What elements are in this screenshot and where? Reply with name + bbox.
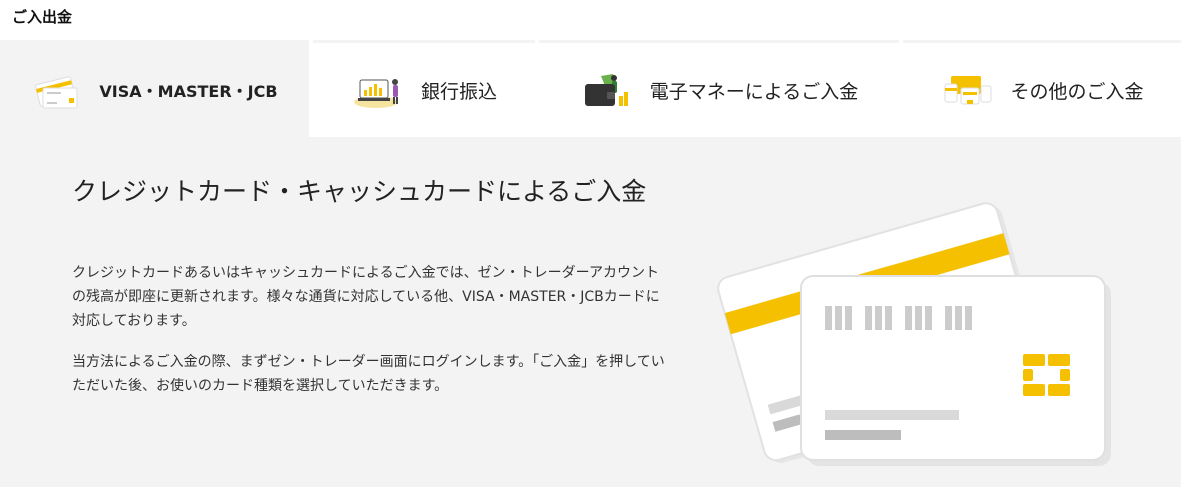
tab-visa-master-jcb[interactable]: VISA・MASTER・JCB xyxy=(0,40,309,137)
tab-bank-transfer[interactable]: 銀行振込 xyxy=(313,40,535,137)
other-payment-icon xyxy=(944,76,992,105)
tab-other-payment[interactable]: その他のご入金 xyxy=(903,40,1181,137)
tab-label: 銀行振込 xyxy=(420,80,497,103)
section-heading: クレジットカード・キャッシュカードによるご入金 xyxy=(72,177,647,206)
description-paragraph-2: 当方法によるご入金の際、まずゼン・トレーダー画面にログインします。「ご入金」を押… xyxy=(72,354,665,394)
tab-label: 電子マネーによるご入金 xyxy=(649,80,859,103)
header-bar: ご入出金 xyxy=(0,0,1181,40)
description-paragraph-1: クレジットカードあるいはキャッシュカードによるご入金では、ゼン・トレーダーアカウ… xyxy=(72,265,660,329)
credit-cards-illustration xyxy=(717,202,1111,466)
bank-transfer-icon xyxy=(353,79,398,108)
e-money-icon xyxy=(584,74,628,106)
payment-method-tabs: VISA・MASTER・JCB 銀行振込 電子マネーによるご入金 その他のご入金 xyxy=(0,40,1181,137)
credit-card-icon xyxy=(35,76,78,109)
front-card xyxy=(800,275,1111,466)
tab-label: VISA・MASTER・JCB xyxy=(99,82,278,101)
tab-e-money[interactable]: 電子マネーによるご入金 xyxy=(539,40,899,137)
page-title: ご入出金 xyxy=(12,8,73,26)
tab-label: その他のご入金 xyxy=(1010,80,1144,103)
